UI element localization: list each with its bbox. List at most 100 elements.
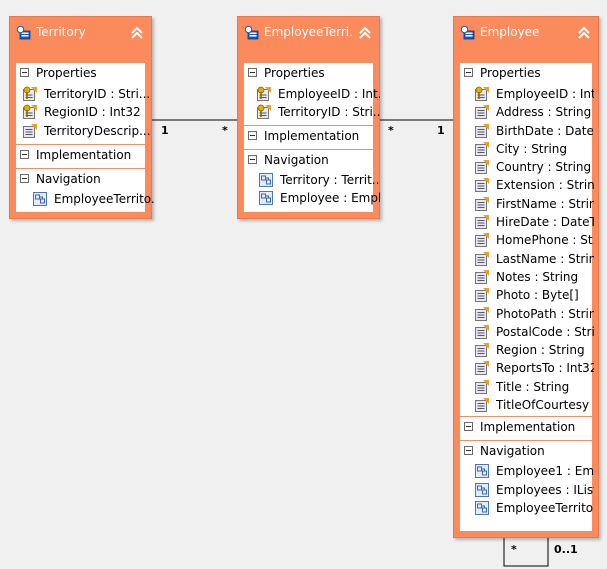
property-row[interactable]: RegionID : Int32 — [16, 103, 145, 121]
property-icon — [475, 196, 490, 211]
property-icon — [475, 177, 490, 193]
property-row[interactable]: Region : String — [460, 341, 592, 359]
property-label: Address : String — [496, 105, 592, 120]
navigation-property-icon — [475, 464, 489, 479]
entity-territory[interactable]: Territory Properties TerritoryID : Stri.… — [9, 16, 154, 219]
collapse-toggle-icon[interactable] — [464, 446, 473, 456]
section-label: Navigation — [264, 152, 329, 167]
navigation-label: EmployeeTerrito... — [54, 191, 154, 206]
property-row[interactable]: Country : String — [460, 158, 592, 176]
navigation-row[interactable]: Employee : Empl... — [244, 189, 380, 207]
collapse-toggle-icon[interactable] — [20, 149, 29, 159]
property-icon — [475, 214, 490, 230]
entity-class-icon — [460, 25, 475, 40]
entity-body: Properties EmployeeID : Int... Territory… — [244, 63, 380, 212]
double-chevron-up-icon[interactable] — [129, 24, 145, 40]
navigation-property-icon — [475, 482, 489, 497]
property-row[interactable]: Notes : String — [460, 268, 592, 286]
section-properties[interactable]: Properties — [16, 63, 145, 85]
property-icon — [475, 251, 490, 266]
property-row[interactable]: FirstName : String — [460, 195, 594, 213]
collapse-toggle-icon[interactable] — [248, 130, 257, 140]
section-implementation[interactable]: Implementation — [244, 124, 373, 147]
entity-header[interactable]: EmployeeTerri... — [238, 17, 379, 63]
key-property-icon — [23, 104, 38, 120]
property-row[interactable]: EmployeeID : Int... — [244, 85, 380, 103]
property-label: Title : String — [496, 379, 570, 394]
multiplicity-self-many: * — [511, 543, 517, 556]
navigation-row[interactable]: EmployeeTerrito... — [460, 499, 594, 517]
property-list: EmployeeID : Int... Address : String Birth… — [460, 85, 594, 414]
navigation-row[interactable]: Employees : IList... — [460, 481, 594, 499]
property-row[interactable]: EmployeeID : Int... — [460, 85, 594, 103]
property-row[interactable]: HomePhone : St... — [460, 231, 594, 249]
property-icon — [475, 232, 490, 248]
property-label: HireDate : DateT... — [496, 215, 594, 230]
property-row[interactable]: TerritoryID : Stri... — [16, 85, 150, 103]
entity-title: EmployeeTerri... — [264, 25, 354, 39]
navigation-row[interactable]: Employee1 : Em... — [460, 462, 594, 480]
section-navigation[interactable]: Navigation — [16, 167, 145, 190]
multiplicity-employee-one: 1 — [437, 124, 445, 137]
section-implementation[interactable]: Implementation — [16, 143, 145, 166]
entity-title: Employee — [480, 25, 540, 39]
property-row[interactable]: Title : String — [460, 378, 592, 396]
property-row[interactable]: PostalCode : Stri... — [460, 323, 594, 341]
entity-header[interactable]: Territory — [10, 17, 151, 63]
navigation-label: Employee1 : Em... — [496, 464, 594, 479]
collapse-toggle-icon[interactable] — [20, 173, 29, 183]
multiplicity-territory-one: 1 — [161, 124, 169, 137]
double-chevron-up-icon[interactable] — [357, 24, 373, 40]
collapse-toggle-icon[interactable] — [464, 68, 473, 77]
property-label: TerritoryID : Stri... — [278, 105, 380, 120]
property-row[interactable]: Extension : String — [460, 176, 594, 194]
navigation-row[interactable]: EmployeeTerrito... — [16, 190, 154, 208]
property-row[interactable]: TitleOfCourtesy :... — [460, 396, 594, 414]
property-label: PhotoPath : String — [496, 306, 594, 321]
section-implementation[interactable]: Implementation — [460, 416, 592, 438]
collapse-toggle-icon[interactable] — [248, 154, 257, 164]
property-row[interactable]: LastName : String — [460, 250, 594, 268]
navigation-label: Employees : IList... — [496, 482, 594, 497]
double-chevron-up-icon[interactable] — [576, 24, 592, 40]
multiplicity-self-optional: 0..1 — [554, 543, 578, 556]
entity-employee[interactable]: Employee Properties EmployeeID : Int... A… — [453, 16, 599, 538]
navigation-row[interactable]: Territory : Territ... — [244, 171, 380, 189]
section-properties[interactable]: Properties — [460, 63, 592, 85]
section-navigation[interactable]: Navigation — [460, 440, 592, 462]
collapse-toggle-icon[interactable] — [464, 422, 473, 432]
entity-employeeterritory[interactable]: EmployeeTerri... Properties EmployeeID :… — [237, 16, 380, 219]
property-row[interactable]: TerritoryDescrip... — [16, 122, 151, 140]
property-label: Photo : Byte[] — [496, 288, 579, 303]
section-navigation[interactable]: Navigation — [244, 148, 373, 171]
property-row[interactable]: PhotoPath : String — [460, 305, 594, 323]
property-row[interactable]: HireDate : DateT... — [460, 213, 594, 231]
entity-title: Territory — [36, 25, 86, 39]
property-label: City : String — [496, 141, 568, 156]
property-row[interactable]: ReportsTo : Int32 — [460, 359, 594, 377]
property-row[interactable]: City : String — [460, 140, 592, 158]
property-label: FirstName : String — [496, 196, 594, 211]
navigation-property-icon — [259, 190, 273, 205]
property-row[interactable]: TerritoryID : Stri... — [244, 103, 380, 121]
navigation-label: EmployeeTerrito... — [496, 500, 594, 515]
property-icon — [475, 123, 490, 138]
section-label: Navigation — [36, 171, 101, 186]
property-label: LastName : String — [496, 251, 594, 266]
entity-header[interactable]: Employee — [454, 17, 598, 63]
property-icon — [475, 269, 490, 284]
section-properties[interactable]: Properties — [244, 63, 373, 85]
property-row[interactable]: BirthDate : Date... — [460, 122, 594, 140]
property-row[interactable]: Photo : Byte[] — [460, 286, 592, 304]
property-label: TerritoryDescrip... — [44, 123, 151, 138]
property-label: BirthDate : Date... — [496, 123, 594, 138]
property-label: TerritoryID : Stri... — [44, 87, 151, 101]
entity-class-icon — [16, 25, 31, 40]
property-icon — [475, 159, 490, 175]
collapse-toggle-icon[interactable] — [20, 68, 29, 77]
property-row[interactable]: Address : String — [460, 103, 592, 121]
entity-body: Properties TerritoryID : Stri... RegionI… — [16, 63, 154, 212]
collapse-toggle-icon[interactable] — [248, 68, 257, 77]
section-label: Navigation — [480, 444, 545, 459]
navigation-property-icon — [33, 191, 47, 206]
